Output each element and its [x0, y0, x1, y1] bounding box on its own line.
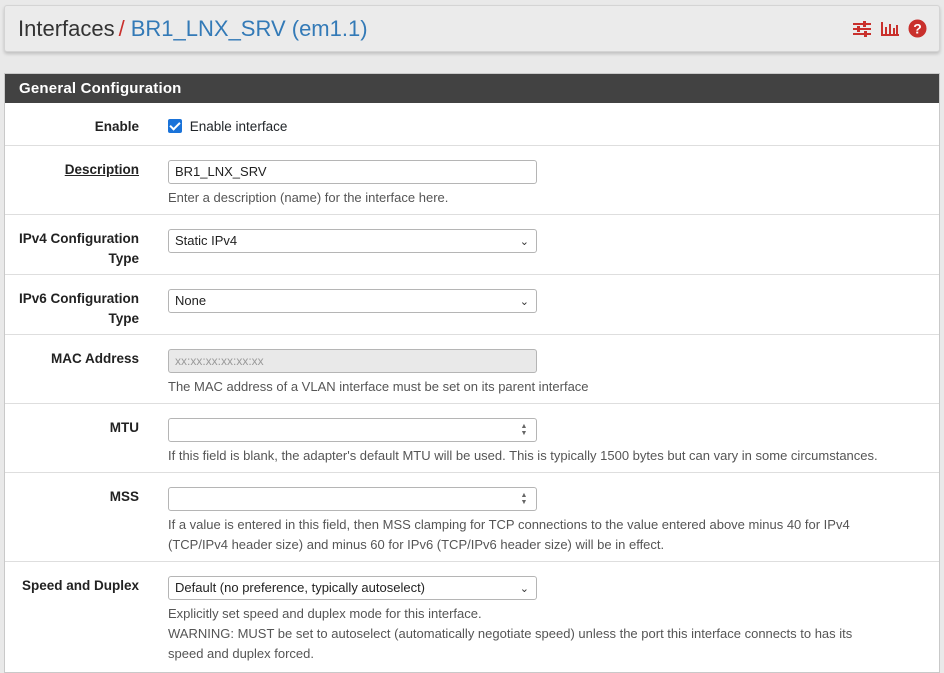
mac-address-field: xx:xx:xx:xx:xx:xx The MAC address of a V…	[168, 349, 938, 397]
ipv6-config-label-line1: IPv6 Configuration	[18, 291, 139, 306]
description-label: Description	[5, 160, 139, 180]
mss-help-line1: If a value is entered in this field, the…	[168, 517, 850, 532]
mac-address-input: xx:xx:xx:xx:xx:xx	[168, 349, 537, 373]
ipv6-config-label: IPv6 Configuration Type	[5, 289, 139, 329]
mac-address-help: The MAC address of a VLAN interface must…	[168, 379, 589, 394]
mtu-input[interactable]: ▲ ▼	[168, 418, 537, 442]
enable-label: Enable	[94, 119, 139, 134]
ipv4-config-select[interactable]: Static IPv4 ⌄	[168, 229, 537, 253]
panel-title: General Configuration	[5, 74, 939, 103]
bar-chart-icon[interactable]	[880, 20, 900, 38]
mac-address-label: MAC Address	[50, 351, 139, 366]
spinner-arrows-icon[interactable]: ▲ ▼	[518, 491, 530, 507]
mss-input[interactable]: ▲ ▼	[168, 487, 537, 511]
enable-checkbox[interactable]	[168, 119, 182, 133]
spinner-arrows-icon[interactable]: ▲ ▼	[518, 422, 530, 438]
speed-duplex-field: Default (no preference, typically autose…	[168, 576, 938, 664]
chevron-down-icon: ⌄	[519, 583, 529, 595]
mss-row: MSS ▲ ▼ If a value is entered in this fie…	[5, 473, 939, 562]
ipv4-config-field: Static IPv4 ⌄	[168, 229, 938, 253]
speed-duplex-help-line2: WARNING: MUST be set to autoselect (auto…	[168, 626, 853, 641]
ipv6-config-selected-value: None	[175, 293, 207, 308]
mtu-row: MTU ▲ ▼ If this field is blank, the adapt…	[5, 404, 939, 473]
ipv4-config-row: IPv4 Configuration Type Static IPv4 ⌄	[5, 215, 939, 275]
breadcrumb-separator: /	[118, 15, 125, 41]
mtu-label: MTU	[109, 420, 139, 435]
speed-duplex-help-line1: Explicitly set speed and duplex mode for…	[168, 606, 482, 621]
general-configuration-panel: General Configuration Enable Enable inte…	[4, 73, 940, 673]
svg-text:?: ?	[913, 21, 922, 37]
description-field: BR1_LNX_SRV Enter a description (name) f…	[168, 160, 938, 208]
mtu-field: ▲ ▼ If this field is blank, the adapter's…	[168, 418, 938, 466]
mss-help: If a value is entered in this field, the…	[168, 515, 938, 555]
speed-duplex-row: Speed and Duplex Default (no preference,…	[5, 562, 939, 662]
enable-checkbox-label[interactable]: Enable interface	[190, 119, 288, 134]
settings-sliders-icon[interactable]	[852, 20, 872, 38]
speed-duplex-help-line3: speed and duplex forced.	[168, 646, 314, 661]
breadcrumb: Interfaces / BR1_LNX_SRV (em1.1)	[18, 16, 368, 42]
speed-duplex-label: Speed and Duplex	[21, 578, 139, 593]
mss-field: ▲ ▼ If a value is entered in this field, …	[168, 487, 938, 555]
enable-field: Enable interface	[168, 117, 938, 137]
speed-duplex-select[interactable]: Default (no preference, typically autose…	[168, 576, 537, 600]
header-icons: ?	[852, 19, 927, 38]
mac-address-row: MAC Address xx:xx:xx:xx:xx:xx The MAC ad…	[5, 335, 939, 404]
speed-duplex-help: Explicitly set speed and duplex mode for…	[168, 604, 938, 664]
mss-help-line2: (TCP/IPv4 header size) and minus 60 for …	[168, 537, 665, 552]
ipv6-config-row: IPv6 Configuration Type None ⌄	[5, 275, 939, 335]
breadcrumb-current-interface[interactable]: BR1_LNX_SRV (em1.1)	[131, 16, 368, 41]
description-label-text: Description	[64, 162, 139, 177]
speed-duplex-selected-value: Default (no preference, typically autose…	[175, 580, 426, 595]
description-help: Enter a description (name) for the inter…	[168, 190, 449, 205]
chevron-down-icon: ⌄	[519, 236, 529, 248]
ipv4-config-label-line1: IPv4 Configuration	[18, 231, 139, 246]
ipv4-config-selected-value: Static IPv4	[175, 233, 238, 248]
ipv6-config-field: None ⌄	[168, 289, 938, 313]
enable-row: Enable Enable interface	[5, 103, 939, 146]
description-row: Description BR1_LNX_SRV Enter a descript…	[5, 146, 939, 215]
ipv4-config-label-line2: Type	[108, 251, 139, 266]
chevron-down-icon: ⌄	[519, 296, 529, 308]
page-header: Interfaces / BR1_LNX_SRV (em1.1) ?	[4, 5, 940, 52]
ipv6-config-select[interactable]: None ⌄	[168, 289, 537, 313]
ipv4-config-label: IPv4 Configuration Type	[5, 229, 139, 269]
mtu-help: If this field is blank, the adapter's de…	[168, 448, 878, 463]
breadcrumb-interfaces[interactable]: Interfaces	[18, 16, 115, 41]
help-icon[interactable]: ?	[908, 19, 927, 38]
description-input[interactable]: BR1_LNX_SRV	[168, 160, 537, 184]
mss-label: MSS	[109, 489, 139, 504]
ipv6-config-label-line2: Type	[108, 311, 139, 326]
